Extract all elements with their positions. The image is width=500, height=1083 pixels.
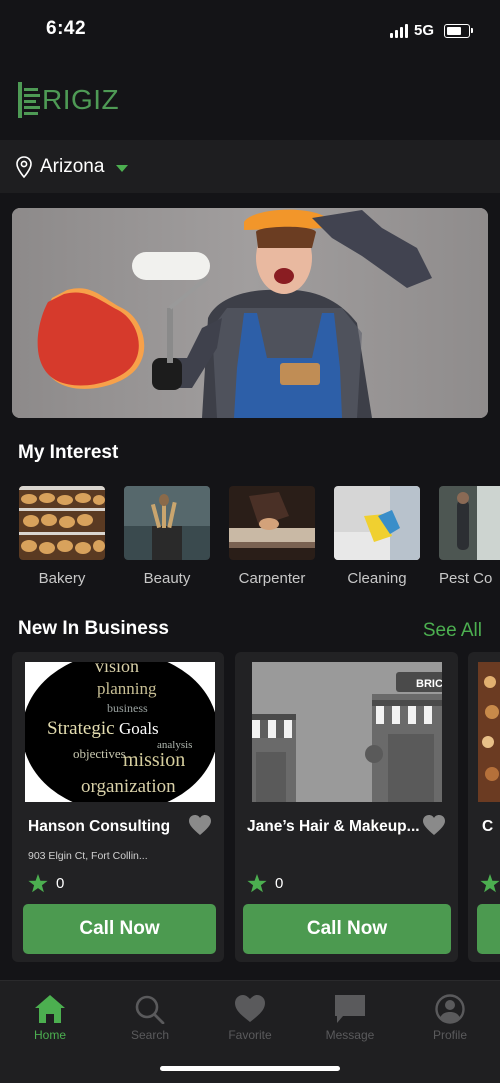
image-word: objectives [73, 746, 126, 761]
star-icon [28, 874, 48, 893]
status-time: 6:42 [46, 18, 87, 39]
star-icon [480, 874, 500, 893]
business-image: vision planning business Strategic Goals… [25, 662, 215, 802]
interest-label: Beauty [143, 570, 191, 587]
nav-label: Message [325, 1028, 375, 1042]
banner-image [12, 208, 488, 418]
business-name: Hanson Consulting [28, 818, 171, 835]
business-card[interactable]: vision planning business Strategic Goals… [12, 652, 224, 962]
image-word: business [107, 701, 148, 715]
heart-icon [235, 995, 265, 1022]
network-type: 5G [413, 22, 434, 39]
bakery-thumbnail [19, 486, 105, 560]
interest-carpenter[interactable]: Carpenter [229, 486, 315, 587]
carpenter-thumbnail [229, 486, 315, 560]
new-in-business-title: New In Business [18, 618, 169, 639]
business-name: Jane’s Hair & Makeup... [247, 818, 420, 835]
rating-value: 0 [56, 875, 65, 892]
location-pin-icon [16, 156, 32, 178]
nav-search[interactable]: Search [110, 994, 190, 1042]
my-interest-title: My Interest [18, 442, 119, 463]
heart-icon[interactable] [188, 814, 212, 836]
profile-icon [435, 994, 465, 1024]
nav-label: Profile [432, 1028, 467, 1042]
beauty-thumbnail [124, 486, 210, 560]
cleaning-thumbnail [334, 486, 420, 560]
business-image [478, 662, 500, 802]
logo-text: RIGIZ [42, 84, 120, 115]
nav-home[interactable]: Home [10, 994, 90, 1042]
call-now-button[interactable] [477, 904, 500, 954]
see-all-link[interactable]: See All [423, 620, 482, 642]
image-word: Strategic [47, 718, 115, 739]
interest-pest-control[interactable]: Pest Co [439, 486, 500, 587]
interest-label: Carpenter [238, 570, 306, 587]
message-icon [335, 995, 365, 1023]
signal-icon [389, 23, 408, 38]
interest-label: Pest Co [439, 570, 493, 587]
status-indicators: 5G [389, 22, 473, 39]
business-address: 903 Elgin Ct, Fort Collin... [28, 850, 148, 862]
image-word: planning [97, 679, 157, 698]
search-icon [135, 995, 165, 1024]
interest-cleaning[interactable]: Cleaning [334, 486, 420, 587]
image-word: mission [123, 749, 185, 771]
promo-banner[interactable] [12, 208, 488, 418]
star-icon [247, 874, 267, 893]
business-image: BRIC [252, 662, 442, 802]
interest-beauty[interactable]: Beauty [124, 486, 210, 587]
nav-favorite[interactable]: Favorite [210, 994, 290, 1042]
logo-mark-icon [18, 82, 40, 118]
home-icon [35, 995, 65, 1023]
location-name: Arizona [40, 156, 105, 177]
nav-message[interactable]: Message [310, 994, 390, 1042]
nav-label: Search [130, 1028, 170, 1042]
business-name: C [482, 818, 494, 835]
chevron-down-icon [116, 165, 129, 172]
call-now-button[interactable]: Call Now [243, 904, 451, 954]
app-logo: RIGIZ [18, 82, 119, 118]
image-word: organization [81, 776, 176, 797]
heart-icon[interactable] [422, 814, 446, 836]
battery-icon [444, 23, 473, 38]
interest-label: Cleaning [347, 570, 407, 587]
business-card[interactable]: C [468, 652, 500, 962]
nav-label: Home [33, 1028, 66, 1042]
call-now-button[interactable]: Call Now [23, 904, 216, 954]
nav-profile[interactable]: Profile [410, 994, 490, 1042]
pest-control-thumbnail [439, 486, 500, 560]
home-indicator [160, 1066, 340, 1071]
location-selector[interactable]: Arizona [16, 156, 129, 178]
image-word: vision [95, 662, 139, 676]
nav-label: Favorite [228, 1028, 272, 1042]
interest-bakery[interactable]: Bakery [19, 486, 105, 587]
business-card[interactable]: BRIC Jane’s Hair & Makeup... 0 Call Now [235, 652, 458, 962]
business-rating: 0 [28, 874, 64, 893]
interest-label: Bakery [38, 570, 86, 587]
image-sign-text: BRIC [416, 678, 442, 690]
business-rating [480, 874, 500, 893]
rating-value: 0 [275, 875, 284, 892]
business-rating: 0 [247, 874, 283, 893]
image-word: Goals [119, 719, 159, 738]
